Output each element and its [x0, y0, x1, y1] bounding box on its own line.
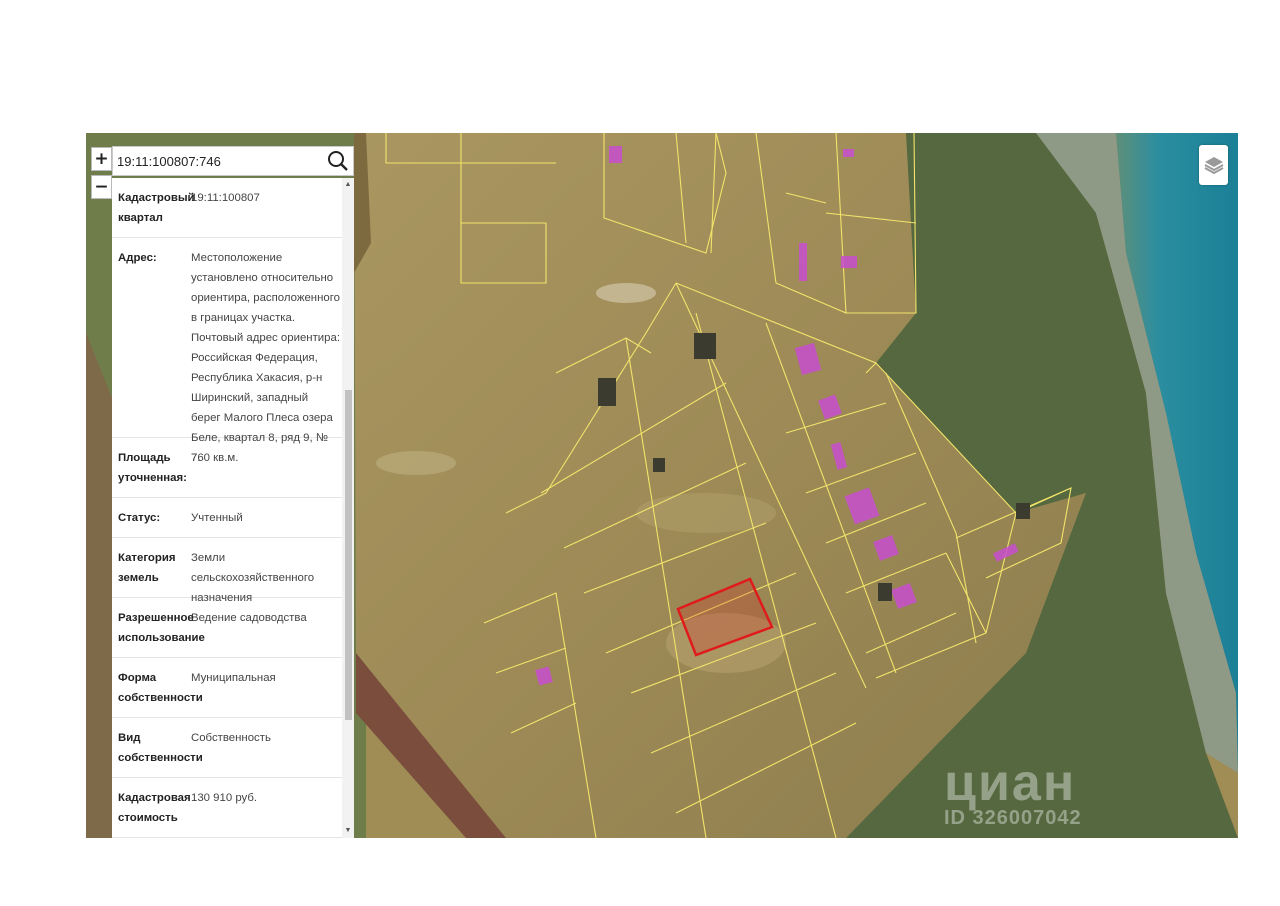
- info-row-land-category: Категория земель Земли сельскохозяйствен…: [112, 538, 354, 604]
- zoom-out-button[interactable]: −: [91, 175, 112, 199]
- info-label: Вид собственности: [118, 732, 203, 764]
- search-icon[interactable]: [327, 150, 349, 177]
- info-label: Категория земель: [118, 552, 176, 584]
- info-label: Статус:: [118, 512, 161, 524]
- info-row-address: Адрес: Местоположение установлено относи…: [112, 238, 354, 464]
- layers-button[interactable]: [1199, 145, 1228, 185]
- info-value: 19:11:100807: [191, 192, 260, 204]
- panel-scrollbar[interactable]: ▲ ▼: [342, 178, 354, 838]
- scroll-thumb[interactable]: [345, 390, 352, 720]
- info-row-ownership-type: Вид собственности Собственность: [112, 718, 354, 778]
- zoom-in-button[interactable]: +: [91, 147, 112, 171]
- watermark-listing-id: ID 326007042: [944, 807, 1082, 829]
- search-input[interactable]: [117, 151, 322, 171]
- info-label: Кадастровый квартал: [118, 192, 195, 224]
- info-value: 130 910 руб.: [191, 792, 258, 804]
- info-panel[interactable]: Кадастровый квартал 19:11:100807 Адрес: …: [112, 178, 354, 838]
- info-row-area: Площадь уточненная: 760 кв.м.: [112, 438, 354, 498]
- watermark: циан ID 326007042: [944, 753, 1082, 830]
- info-label: Кадастровая стоимость: [118, 792, 191, 824]
- info-row-status: Статус: Учтенный: [112, 498, 354, 538]
- info-label: Форма собственности: [118, 672, 203, 704]
- info-value: Собственность: [191, 732, 271, 744]
- info-row-permitted-use: Разрешенное использование Ведение садово…: [112, 598, 354, 658]
- info-row-cadastral-quarter: Кадастровый квартал 19:11:100807: [112, 178, 354, 238]
- info-value: Местоположение установлено относительно …: [191, 252, 340, 464]
- layers-icon: [1203, 154, 1225, 181]
- info-value: Учтенный: [191, 512, 243, 524]
- scroll-down-arrow-icon[interactable]: ▼: [342, 826, 354, 836]
- cadastral-map[interactable]: + − Кадастровый квартал 19:11:100807 Адр…: [86, 133, 1238, 838]
- info-label: Адрес:: [118, 252, 157, 264]
- info-row-cadastral-value: Кадастровая стоимость 130 910 руб.: [112, 778, 354, 838]
- scroll-up-arrow-icon[interactable]: ▲: [342, 180, 354, 190]
- info-row-ownership-form: Форма собственности Муниципальная: [112, 658, 354, 718]
- watermark-logo: циан: [944, 754, 1077, 812]
- info-label: Площадь уточненная:: [118, 452, 187, 484]
- info-value: Ведение садоводства: [191, 612, 307, 624]
- info-value: Муниципальная: [191, 672, 276, 684]
- info-label: Разрешенное использование: [118, 612, 205, 644]
- info-value: 760 кв.м.: [191, 452, 239, 464]
- search-box[interactable]: [112, 146, 354, 176]
